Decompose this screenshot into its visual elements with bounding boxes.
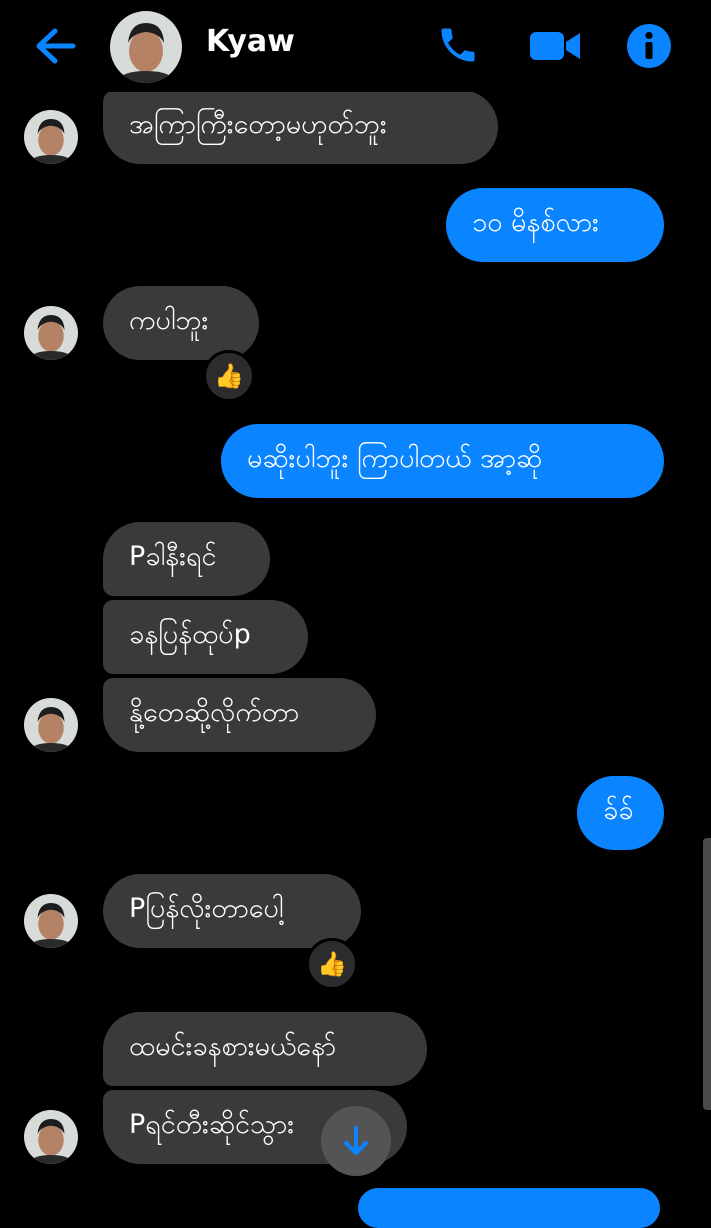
call-button[interactable] (433, 20, 483, 70)
avatar-photo (24, 110, 78, 164)
back-arrow-icon (36, 28, 76, 64)
contact-avatar-small[interactable] (24, 110, 78, 164)
message-bubble-incoming[interactable]: ထမင်းခနစားမယ်နော် (103, 1012, 427, 1086)
avatar-photo (110, 11, 182, 83)
arrow-down-icon (344, 1126, 368, 1155)
scrollbar[interactable] (703, 838, 711, 1110)
info-icon (627, 24, 671, 68)
message-bubble-incoming[interactable]: နို့တေဆို့လိုက်တာ (103, 678, 376, 752)
chat-header: Kyaw (0, 0, 711, 92)
message-bubble-incoming[interactable]: ကပါဘူး (103, 286, 259, 360)
avatar-photo (24, 894, 78, 948)
avatar-photo (24, 698, 78, 752)
message-bubble-outgoing[interactable]: ၁၀ မိနစ်လား (446, 188, 664, 262)
contact-avatar-small[interactable] (24, 698, 78, 752)
info-button[interactable] (625, 22, 673, 70)
video-camera-icon (530, 32, 580, 60)
contact-avatar-small[interactable] (24, 894, 78, 948)
video-call-button[interactable] (527, 24, 583, 68)
contact-name[interactable]: Kyaw (206, 24, 295, 59)
scroll-to-bottom-button[interactable] (321, 1106, 391, 1176)
contact-avatar-small[interactable] (24, 306, 78, 360)
thumbs-up-reaction[interactable]: 👍 (306, 938, 358, 990)
contact-avatar[interactable] (110, 11, 182, 83)
message-bubble-incoming[interactable]: Pပြန်လိုးတာပေါ့ (103, 874, 361, 948)
message-bubble-outgoing-partial[interactable] (358, 1188, 660, 1228)
back-button[interactable] (30, 22, 80, 70)
avatar-photo (24, 306, 78, 360)
message-bubble-outgoing[interactable]: ခ်ခ် (577, 776, 664, 850)
message-bubble-incoming[interactable]: Pခါနီးရင် (103, 522, 270, 596)
contact-avatar-small[interactable] (24, 1110, 78, 1164)
phone-icon (441, 28, 475, 62)
message-bubble-outgoing[interactable]: မဆိုးပါဘူး ကြာပါတယ် အာ့ဆို (221, 424, 664, 498)
message-bubble-incoming[interactable]: အကြာကြီးတော့မဟုတ်ဘူး (103, 90, 498, 164)
message-bubble-incoming[interactable]: ခနပြန်ထုပ်p (103, 600, 308, 674)
avatar-photo (24, 1110, 78, 1164)
thumbs-up-reaction[interactable]: 👍 (203, 350, 255, 402)
